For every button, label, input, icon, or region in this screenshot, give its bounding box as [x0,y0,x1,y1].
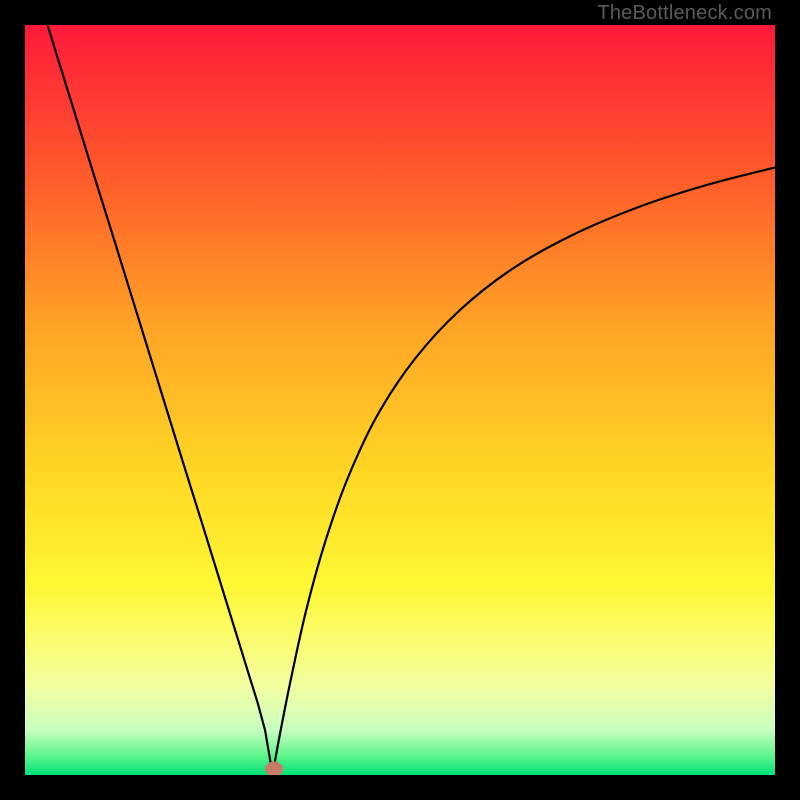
chart-frame [25,25,775,775]
watermark-text: TheBottleneck.com [597,2,772,25]
bottleneck-chart [25,25,775,775]
gradient-background [25,25,775,775]
